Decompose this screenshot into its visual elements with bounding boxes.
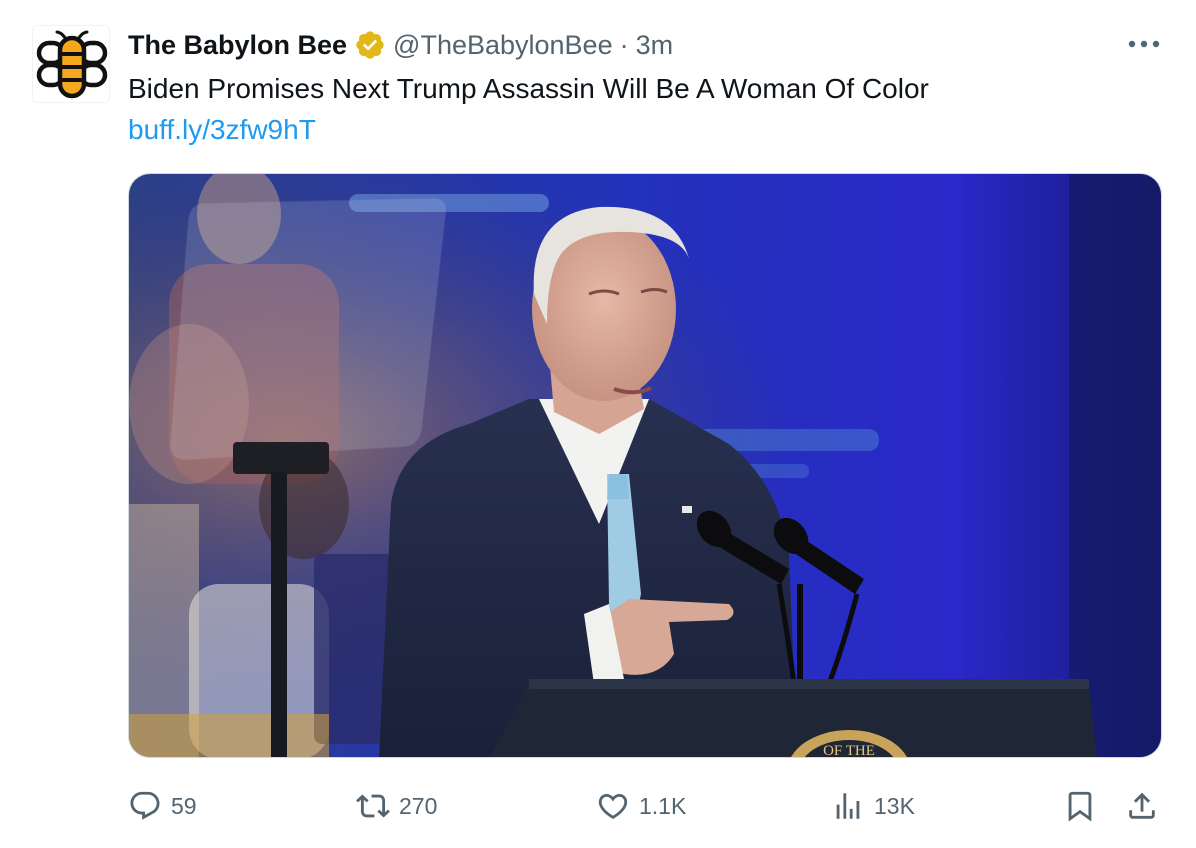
verified-badge-icon[interactable] xyxy=(354,29,386,61)
heart-icon xyxy=(598,793,628,819)
views-button[interactable]: 13K xyxy=(831,784,915,828)
analytics-icon xyxy=(836,793,860,819)
reply-button[interactable]: 59 xyxy=(128,784,197,828)
tweet-text: Biden Promises Next Trump Assassin Will … xyxy=(128,73,929,104)
like-button[interactable]: 1.1K xyxy=(596,784,686,828)
tweet-header: The Babylon Bee @TheBabylonBee · 3m xyxy=(128,27,673,63)
bee-logo-icon xyxy=(36,30,108,99)
display-name[interactable]: The Babylon Bee xyxy=(128,30,347,61)
reply-icon xyxy=(130,791,160,820)
avatar[interactable] xyxy=(32,25,110,103)
share-icon xyxy=(1129,792,1155,819)
repost-count: 270 xyxy=(399,792,438,819)
tweet-photo[interactable]: OF THE xyxy=(128,173,1162,758)
reply-count: 59 xyxy=(171,792,197,819)
bookmark-button[interactable] xyxy=(1063,784,1097,828)
action-bar: 59 270 1.1K 13K xyxy=(128,784,1168,828)
bookmark-icon xyxy=(1068,791,1092,822)
view-count: 13K xyxy=(874,792,915,819)
timestamp[interactable]: 3m xyxy=(636,30,674,61)
tweet[interactable]: The Babylon Bee @TheBabylonBee · 3m Bide… xyxy=(0,0,1196,848)
like-count: 1.1K xyxy=(639,792,687,819)
tweet-link[interactable]: buff.ly/3zfw9hT xyxy=(128,112,316,148)
share-button[interactable] xyxy=(1125,784,1159,828)
separator-dot: · xyxy=(619,29,629,60)
handle[interactable]: @TheBabylonBee xyxy=(393,30,613,61)
repost-button[interactable]: 270 xyxy=(356,784,437,828)
more-options-button[interactable] xyxy=(1124,28,1164,60)
speaker-photo: OF THE xyxy=(129,174,1161,758)
more-icon xyxy=(1128,40,1160,48)
repost-icon xyxy=(356,794,390,818)
seal-text: OF THE xyxy=(823,743,875,758)
